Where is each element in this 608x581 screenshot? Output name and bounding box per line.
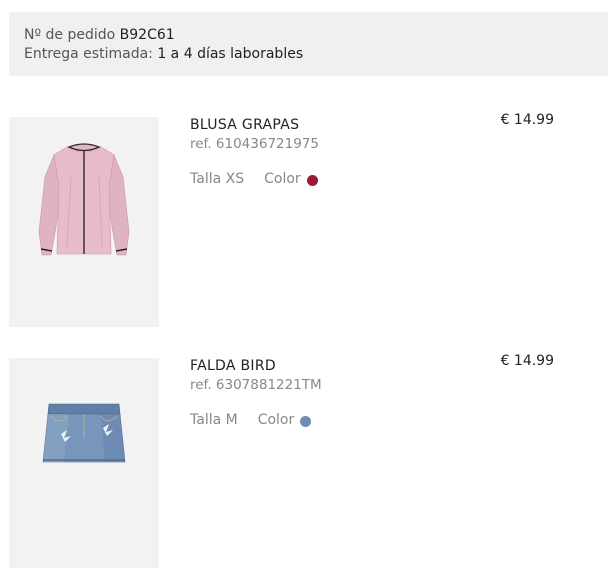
product-price: € 14.99 bbox=[500, 353, 554, 369]
order-number: B92C61 bbox=[119, 27, 175, 43]
denim-skirt-image bbox=[42, 403, 126, 463]
product-attributes: Talla M Color bbox=[190, 412, 312, 428]
product-price: € 14.99 bbox=[500, 112, 554, 128]
product-name[interactable]: BLUSA GRAPAS bbox=[190, 117, 299, 133]
pink-blouse-image bbox=[38, 143, 130, 256]
product-ref: ref. 6307881221TM bbox=[190, 377, 322, 393]
order-item: FALDA BIRD ref. 6307881221TM Talla M Col… bbox=[9, 353, 608, 568]
color-swatch-icon bbox=[300, 415, 312, 427]
product-ref: ref. 610436721975 bbox=[190, 136, 319, 152]
product-image[interactable] bbox=[9, 358, 159, 568]
product-image[interactable] bbox=[9, 117, 159, 327]
product-name[interactable]: FALDA BIRD bbox=[190, 358, 276, 374]
delivery-value: 1 a 4 días laborables bbox=[157, 46, 304, 62]
order-item: BLUSA GRAPAS ref. 610436721975 Talla XS … bbox=[9, 112, 608, 327]
product-size: Talla XS bbox=[190, 171, 245, 187]
delivery-label: Entrega estimada: bbox=[24, 46, 153, 62]
product-color-label: Color bbox=[257, 412, 295, 428]
order-summary-header: Nº de pedido B92C61 Entrega estimada: 1 … bbox=[9, 12, 608, 76]
product-size: Talla M bbox=[190, 412, 238, 428]
delivery-estimate-line: Entrega estimada: 1 a 4 días laborables bbox=[24, 45, 593, 64]
color-swatch-icon bbox=[306, 174, 318, 186]
order-number-label: Nº de pedido bbox=[24, 27, 116, 43]
product-attributes: Talla XS Color bbox=[190, 171, 318, 187]
product-color-label: Color bbox=[264, 171, 301, 187]
order-number-line: Nº de pedido B92C61 bbox=[24, 26, 593, 45]
